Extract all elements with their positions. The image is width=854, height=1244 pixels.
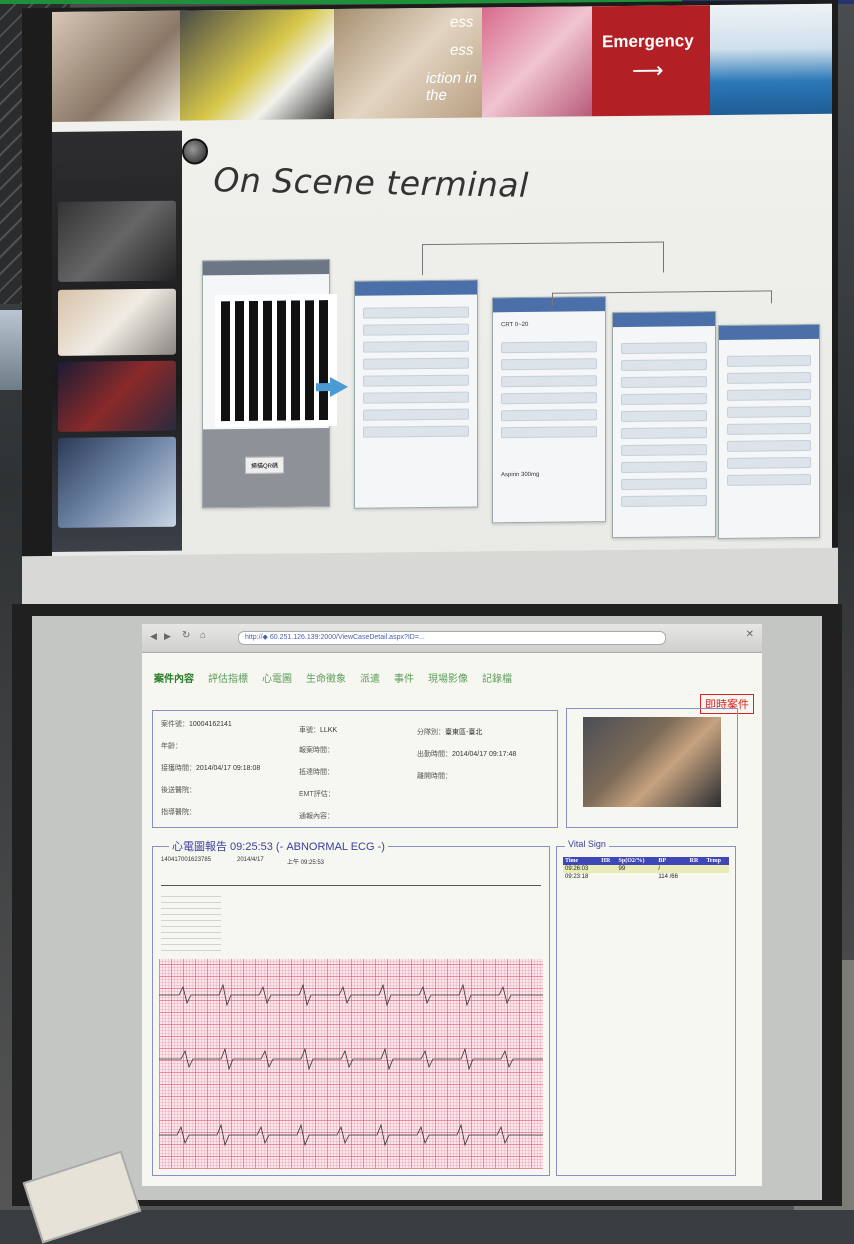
car-field: 車號：LLKK: [299, 727, 338, 734]
tab-ecg[interactable]: 心電圖: [262, 674, 292, 685]
reload-icon[interactable]: ↻: [182, 630, 190, 641]
arrow-right-icon: ⟶: [632, 57, 664, 83]
phone-assessment-1: CRT 0~20 Aspirin 300mg: [492, 296, 606, 524]
vital-header-time: Time: [563, 857, 600, 865]
phone-menu: [354, 279, 478, 509]
depart-time-field: 離開時間：: [417, 773, 452, 780]
flow-connector: [552, 290, 772, 306]
globe-icon: [182, 138, 208, 165]
tab-assessment[interactable]: 評估指標: [208, 674, 248, 685]
photo-caption-2: ess: [450, 41, 474, 59]
phone-assessment-2: [612, 311, 716, 539]
vital-title: Vital Sign: [565, 839, 609, 849]
vital-sign-panel: Vital Sign Time HR Sp(O2/%) BP RR Temp 0…: [556, 839, 736, 1176]
photo-emergency-sign: Emergency ⟶: [592, 5, 710, 117]
lower-projector-screen: ◀ ▶ ↻ ⌂ http://◆ 60.251.126.139:2000/Vie…: [12, 604, 842, 1206]
flow-arrow-tail: [316, 383, 330, 392]
home-icon[interactable]: ⌂: [200, 630, 206, 641]
photo-doctor: [52, 10, 180, 122]
vital-header-rr: RR: [687, 857, 705, 865]
ecg-title: 心電圖報告 09:25:53 (- ABNORMAL ECG -): [169, 838, 388, 854]
browser-toolbar: ◀ ▶ ↻ ⌂ http://◆ 60.251.126.139:2000/Vie…: [142, 624, 762, 653]
phone-header: [613, 312, 715, 328]
vital-header-row: Time HR Sp(O2/%) BP RR Temp: [563, 857, 729, 865]
case-info-panel: 案件號：10004162141 車號：LLKK 分隊別：臺東區-臺北 年齡： 報…: [152, 710, 558, 828]
ecg-id: 140417001623785: [161, 857, 212, 863]
ecg-date: 2014/4/17: [237, 857, 264, 863]
phone-qr-scan: 掃描QR碼: [202, 259, 337, 509]
ecg-time: 上午 09:25:53: [287, 860, 325, 866]
report-content-field: 通報內容：: [299, 813, 334, 820]
tab-vital-signs[interactable]: 生命徵象: [306, 674, 346, 685]
scene-photo-panel: [566, 708, 738, 828]
slide-title: On Scene terminal: [212, 160, 530, 205]
dispatch-time-field: 出勤時間：2014/04/17 09:17:48: [417, 751, 517, 758]
tab-events[interactable]: 事件: [394, 674, 414, 685]
photo-smoke: [58, 200, 176, 282]
photo-heart: [58, 360, 176, 432]
ecg-divider: [161, 885, 541, 886]
receive-time-field: 接獲時間：2014/04/17 09:18:08: [161, 765, 261, 772]
upper-slide: ess ess iction in the Emergency ⟶ On Sce…: [52, 3, 832, 572]
ecg-report-panel: 心電圖報告 09:25:53 (- ABNORMAL ECG -) 140417…: [152, 838, 550, 1176]
hospital-field: 後送醫院：: [161, 787, 196, 794]
flow-connector: [422, 241, 664, 276]
photo-caption-3: iction in the: [426, 69, 477, 105]
slide-left-photo-column: [52, 130, 182, 552]
phone-header: [355, 280, 477, 296]
photo-pink: [482, 6, 592, 118]
vital-header-bp: BP: [656, 857, 688, 865]
scene-photo[interactable]: [583, 717, 721, 807]
forward-icon[interactable]: ▶: [164, 631, 171, 642]
photo-electrodes: ess ess iction in the: [334, 7, 482, 120]
ecg-waveform: [159, 983, 543, 1147]
close-icon[interactable]: ✕: [746, 629, 754, 640]
upper-projector-screen: ess ess iction in the Emergency ⟶ On Sce…: [22, 0, 838, 627]
vital-table: Time HR Sp(O2/%) BP RR Temp 09:26:03 99/ …: [563, 857, 729, 881]
ecg-measurements: [161, 891, 221, 951]
tab-scene-images[interactable]: 現場影像: [428, 674, 468, 685]
address-bar[interactable]: http://◆ 60.251.126.139:2000/ViewCaseDet…: [238, 631, 666, 645]
qr-code-icon: [215, 293, 337, 428]
qr-scan-button: 掃描QR碼: [245, 456, 285, 474]
vital-header-hr: HR: [599, 857, 617, 865]
photo-patient: [58, 436, 176, 528]
arrive-time-field: 抵達時間：: [299, 769, 334, 776]
tab-dispatch[interactable]: 派遣: [360, 674, 380, 685]
tab-case-content[interactable]: 案件內容: [154, 674, 194, 685]
vital-header-spo2: Sp(O2/%): [616, 857, 657, 865]
crt-label: CRT 0~20: [501, 321, 529, 329]
guide-hospital-field: 指導醫院：: [161, 809, 196, 816]
aspirin-label: Aspirin 300mg: [501, 471, 540, 479]
table-row: 09:26:03 99/: [563, 865, 729, 873]
phone-header: [203, 260, 329, 276]
photo-emt: [180, 9, 334, 121]
age-field: 年齡：: [161, 743, 182, 750]
case-no-field: 案件號：10004162141: [161, 721, 232, 728]
back-icon[interactable]: ◀: [150, 631, 157, 642]
photo-caption-1: ess: [450, 13, 474, 31]
ems-web-app: ◀ ▶ ↻ ⌂ http://◆ 60.251.126.139:2000/Vie…: [142, 624, 762, 1186]
flow-arrow-icon: [330, 376, 348, 398]
tab-logs[interactable]: 記錄檔: [482, 674, 512, 685]
table-row: 09:23:18 114 /66: [565, 874, 678, 880]
phone-header: [719, 324, 819, 340]
vital-header-temp: Temp: [704, 857, 729, 865]
photo-strip: ess ess iction in the Emergency ⟶: [52, 3, 832, 132]
ecg-strip: [159, 959, 543, 1169]
emergency-sign-text: Emergency: [602, 31, 694, 52]
main-nav: 案件內容 評估指標 心電圖 生命徵象 派遣 事件 現場影像 記錄檔: [154, 670, 526, 685]
photo-monitor: [58, 288, 176, 356]
phone-scan-area: 掃描QR碼: [203, 428, 329, 508]
report-time-field: 報案時間：: [299, 747, 334, 754]
phone-assessment-3: [718, 323, 820, 539]
emt-field: EMT評估：: [299, 791, 335, 798]
branch-field: 分隊別：臺東區-臺北: [417, 729, 483, 736]
photo-medical-staff: [710, 3, 832, 116]
